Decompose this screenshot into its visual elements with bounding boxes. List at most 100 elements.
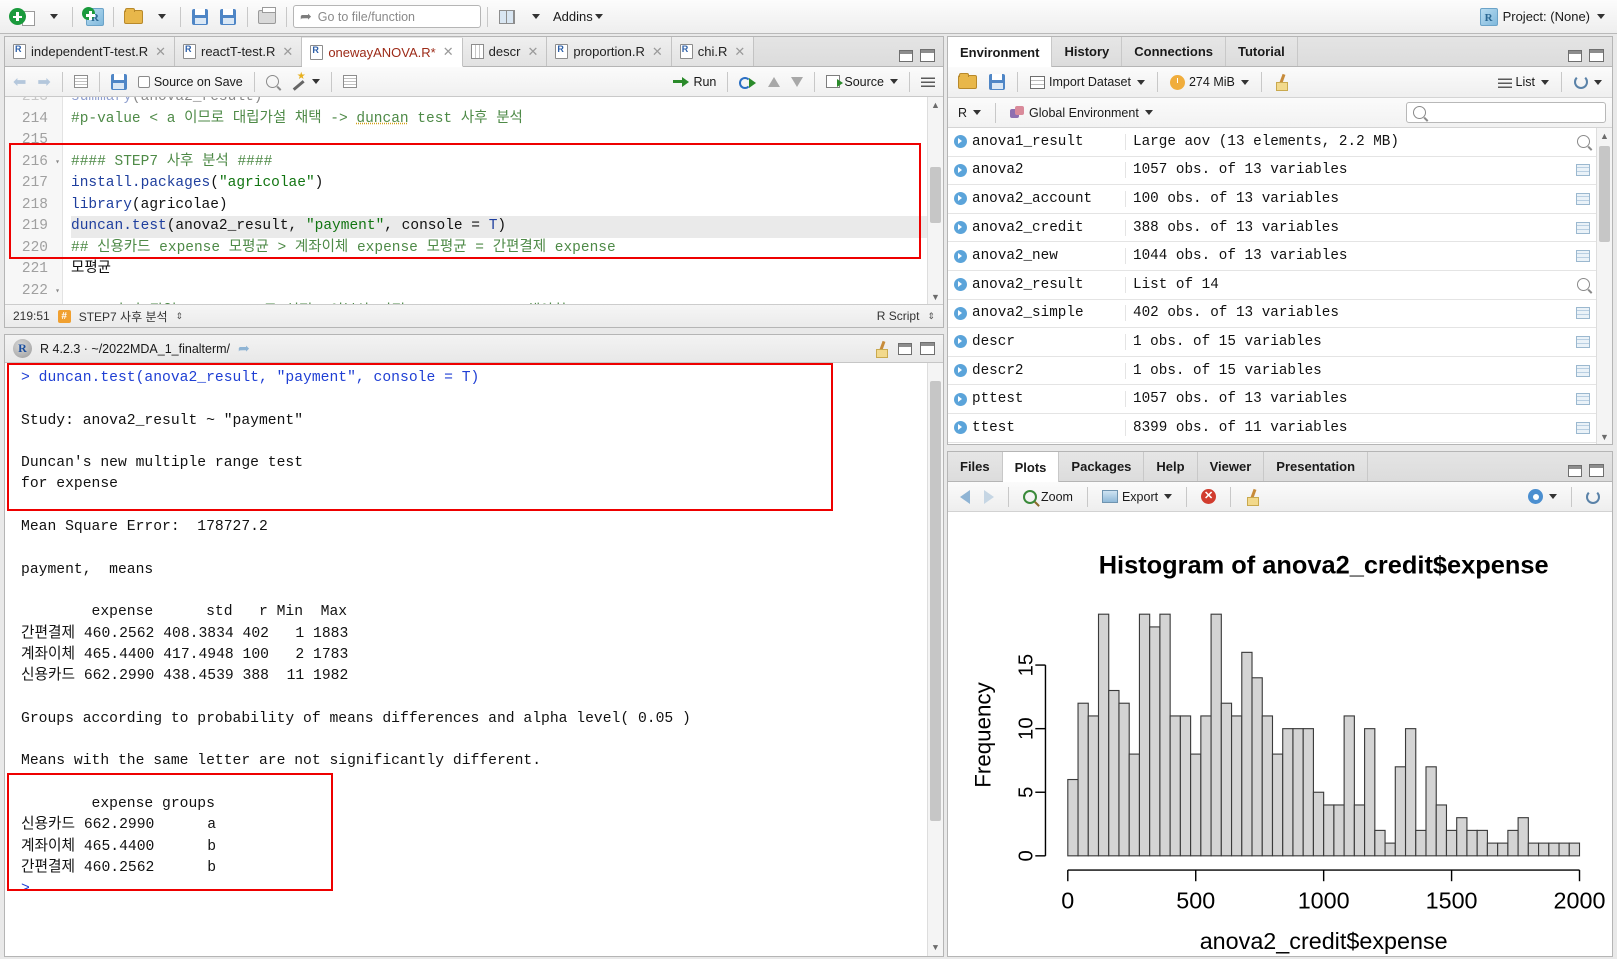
view-table-icon[interactable] (1570, 364, 1596, 377)
environment-row[interactable]: pttest 1057 obs. of 13 variables (948, 385, 1596, 414)
save-workspace-button[interactable] (985, 70, 1009, 94)
expand-icon[interactable] (954, 335, 967, 349)
find-replace-button[interactable] (262, 70, 283, 94)
tab-viewer[interactable]: Viewer (1197, 452, 1265, 481)
zoom-plot-button[interactable]: Zoom (1019, 485, 1077, 509)
maximize-icon[interactable] (1589, 49, 1604, 62)
scroll-up-icon[interactable]: ▲ (928, 97, 943, 112)
expand-icon[interactable] (954, 421, 967, 435)
close-icon[interactable]: ✕ (443, 44, 454, 60)
language-selector[interactable]: R (954, 101, 985, 125)
tab-presentation[interactable]: Presentation (1264, 452, 1369, 481)
expand-icon[interactable] (954, 278, 967, 292)
view-table-icon[interactable] (1570, 421, 1596, 434)
environment-row[interactable]: anova1_result Large aov (13 elements, 2.2… (948, 128, 1596, 157)
expand-icon[interactable] (954, 392, 967, 406)
plot-canvas[interactable]: Histogram of anova2_credit$expense 0 5 10 15… (948, 512, 1612, 956)
environment-row[interactable]: anova2_new 1044 obs. of 13 variables (948, 242, 1596, 271)
source-tab-onewayanova-r-[interactable]: onewayANOVA.R* ✕ (302, 38, 463, 67)
close-icon[interactable]: ✕ (652, 44, 663, 60)
environment-row[interactable]: anova2 1057 obs. of 13 variables (948, 157, 1596, 186)
scroll-thumb[interactable] (930, 381, 941, 821)
scroll-down-icon[interactable]: ▼ (928, 941, 943, 956)
expand-icon[interactable] (954, 249, 967, 263)
environment-row[interactable]: anova2_result List of 14 (948, 271, 1596, 300)
expand-icon[interactable] (954, 306, 967, 320)
export-plot-button[interactable]: Export (1098, 485, 1176, 509)
close-icon[interactable]: ✕ (155, 44, 166, 60)
source-tab-reactt-test-r[interactable]: reactT-test.R ✕ (174, 37, 303, 66)
scroll-down-icon[interactable]: ▼ (928, 289, 943, 304)
new-project-button[interactable]: R (79, 4, 107, 30)
editor-save-button[interactable] (107, 70, 131, 94)
environment-row[interactable]: anova2_simple 402 obs. of 13 variables (948, 300, 1596, 329)
expand-icon[interactable] (954, 192, 967, 206)
expand-icon[interactable] (954, 163, 967, 177)
scroll-up-icon[interactable]: ▲ (1597, 128, 1612, 143)
pane-layout-dropdown[interactable] (522, 4, 548, 30)
show-in-new-window-button[interactable] (70, 70, 92, 94)
close-icon[interactable]: ✕ (734, 44, 745, 60)
expand-icon[interactable] (954, 135, 967, 149)
code-editor[interactable]: 213 214 215 216217 218 219 220 221 222 summary(a… (5, 97, 943, 304)
minimize-source-icon[interactable] (899, 49, 913, 62)
view-table-icon[interactable] (1570, 335, 1596, 348)
goto-file-function-input[interactable]: ➦ Go to file/function (293, 5, 481, 28)
save-button[interactable] (187, 4, 213, 30)
open-file-dropdown[interactable] (148, 4, 174, 30)
view-table-icon[interactable] (1570, 393, 1596, 406)
minimize-console-icon[interactable] (898, 342, 912, 355)
environment-object-list[interactable]: anova1_result Large aov (13 elements, 2.2… (948, 128, 1612, 444)
import-dataset-button[interactable]: Import Dataset (1026, 70, 1149, 94)
refresh-plot-button[interactable] (1582, 485, 1604, 509)
tab-packages[interactable]: Packages (1059, 452, 1145, 481)
editor-scrollbar[interactable]: ▲ ▼ (927, 97, 943, 304)
remove-plot-button[interactable]: ✕ (1197, 485, 1220, 509)
view-table-icon[interactable] (1570, 250, 1596, 263)
view-table-icon[interactable] (1570, 164, 1596, 177)
environment-row[interactable]: descr2 1 obs. of 15 variables (948, 357, 1596, 386)
environment-row[interactable]: anova2_credit 388 obs. of 13 variables (948, 214, 1596, 243)
environment-row[interactable]: descr 1 obs. of 15 variables (948, 328, 1596, 357)
editor-forward-button[interactable]: ➡ (33, 70, 54, 94)
environment-scrollbar[interactable]: ▲ ▼ (1596, 128, 1612, 444)
tab-connections[interactable]: Connections (1122, 37, 1226, 66)
tab-files[interactable]: Files (948, 452, 1003, 481)
scope-selector[interactable]: Global Environment (1006, 101, 1157, 125)
new-file-dropdown[interactable] (40, 4, 66, 30)
section-chevron-icon[interactable]: ⇕ (176, 311, 184, 322)
maximize-source-icon[interactable] (920, 49, 935, 62)
inspect-object-icon[interactable] (1570, 135, 1596, 149)
run-button[interactable]: Run (669, 70, 720, 94)
scroll-thumb[interactable] (930, 167, 941, 223)
inspect-object-icon[interactable] (1570, 278, 1596, 292)
new-file-button[interactable] (6, 4, 38, 30)
source-tab-chi-r[interactable]: chi.R ✕ (671, 37, 755, 66)
tab-history[interactable]: History (1052, 37, 1123, 66)
code-text-area[interactable]: summary(anova2_result) #p-value < a 이므로 대… (63, 97, 943, 304)
previous-plot-button[interactable] (956, 485, 974, 509)
load-workspace-button[interactable] (954, 70, 981, 94)
maximize-console-icon[interactable] (920, 342, 935, 355)
next-plot-button[interactable] (980, 485, 998, 509)
minimize-icon[interactable] (1568, 49, 1582, 62)
source-tab-descr[interactable]: descr ✕ (462, 37, 548, 66)
close-icon[interactable]: ✕ (282, 44, 293, 60)
close-icon[interactable]: ✕ (527, 44, 538, 60)
compile-report-button[interactable] (339, 70, 361, 94)
view-table-icon[interactable] (1570, 192, 1596, 205)
scroll-thumb[interactable] (1599, 146, 1610, 242)
source-tab-independentt-test-r[interactable]: independentT-test.R ✕ (5, 37, 175, 66)
expand-icon[interactable] (954, 221, 967, 235)
scroll-down-icon[interactable]: ▼ (1597, 429, 1612, 444)
open-file-button[interactable] (120, 4, 146, 30)
tab-plots[interactable]: Plots (1002, 452, 1060, 482)
tab-tutorial[interactable]: Tutorial (1226, 37, 1298, 66)
environment-search-input[interactable] (1406, 102, 1606, 123)
console-scrollbar[interactable]: ▲ ▼ (927, 363, 943, 956)
next-chunk-button[interactable] (787, 70, 807, 94)
environment-row[interactable]: anova2_account 100 obs. of 13 variables (948, 185, 1596, 214)
current-section[interactable]: STEP7 사후 분석 (79, 308, 168, 325)
pane-layout-button[interactable] (494, 4, 520, 30)
clear-console-icon[interactable] (874, 341, 890, 358)
